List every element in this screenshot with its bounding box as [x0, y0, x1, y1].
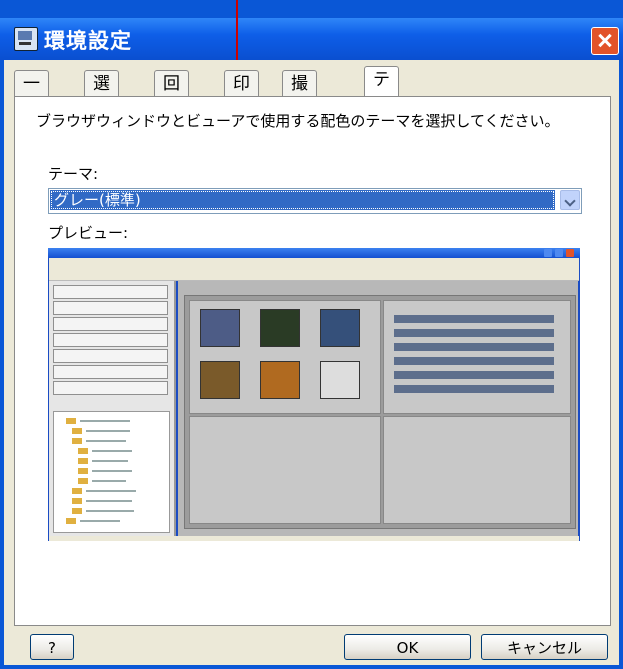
- preview-task-button: [53, 301, 168, 315]
- close-button[interactable]: [591, 27, 619, 55]
- ok-button[interactable]: OK: [344, 634, 471, 660]
- preview-thumbnail: [200, 361, 240, 399]
- theme-label: テーマ:: [48, 165, 99, 183]
- preview-task-button: [53, 365, 168, 379]
- preview-minimize-icon: [544, 249, 552, 257]
- preview-thumbnail: [320, 309, 360, 347]
- preview-toolbar: [49, 266, 579, 281]
- tab-selection[interactable]: 選択: [84, 70, 119, 120]
- preview-browser-area: [184, 295, 576, 529]
- preview-thumbnail: [200, 309, 240, 347]
- preview-close-icon: [566, 249, 574, 257]
- preview-thumbnail: [260, 309, 300, 347]
- preview-tree-lines: [66, 418, 136, 524]
- help-button[interactable]: ?: [30, 634, 74, 660]
- preview-titlebar: [48, 248, 580, 258]
- preview-task-button: [53, 317, 168, 331]
- cancel-button[interactable]: キャンセル: [481, 634, 608, 660]
- chevron-down-icon[interactable]: [560, 190, 580, 210]
- title-bar[interactable]: 環境設定: [0, 18, 623, 60]
- preview-thumbnail: [260, 361, 300, 399]
- preview-thumbnail-group: [189, 300, 381, 414]
- preview-statusbar: [49, 536, 579, 541]
- preview-main-pane: [178, 281, 578, 536]
- preview-calendar-group: [189, 416, 381, 524]
- tab-general[interactable]: 一般: [14, 70, 49, 120]
- theme-select-value: グレー(標準): [50, 190, 555, 210]
- theme-preview-image: [48, 248, 580, 541]
- preview-thumbnail: [320, 361, 360, 399]
- tab-theme[interactable]: テーマ: [364, 66, 399, 142]
- app-icon: [14, 27, 38, 51]
- preview-label: プレビュー:: [48, 224, 129, 242]
- preview-mosaic-group: [383, 300, 571, 414]
- window-title: 環境設定: [44, 29, 132, 53]
- preview-mosaic: [394, 315, 554, 393]
- theme-description: ブラウザウィンドウとビューアで使用する配色のテーマを選択してください。: [36, 112, 560, 130]
- preview-menubar: [49, 258, 579, 266]
- preview-task-button: [53, 381, 168, 395]
- preview-task-button: [53, 349, 168, 363]
- preview-task-button: [53, 285, 168, 299]
- tab-rotation[interactable]: 回転: [154, 70, 189, 120]
- preview-maximize-icon: [555, 249, 563, 257]
- preview-task-button: [53, 333, 168, 347]
- theme-select[interactable]: グレー(標準): [48, 188, 582, 214]
- tab-shooting-info[interactable]: 撮影情報: [282, 70, 317, 172]
- tab-print[interactable]: 印刷: [224, 70, 259, 120]
- dialog-window: 環境設定 一般 選択 回転 印刷 撮影情報 テーマ ブラウザウィンドウとビューア…: [0, 0, 623, 669]
- preview-folder-tree: [53, 411, 170, 533]
- preview-wales-group: [383, 416, 571, 524]
- preview-left-pane: [49, 281, 176, 536]
